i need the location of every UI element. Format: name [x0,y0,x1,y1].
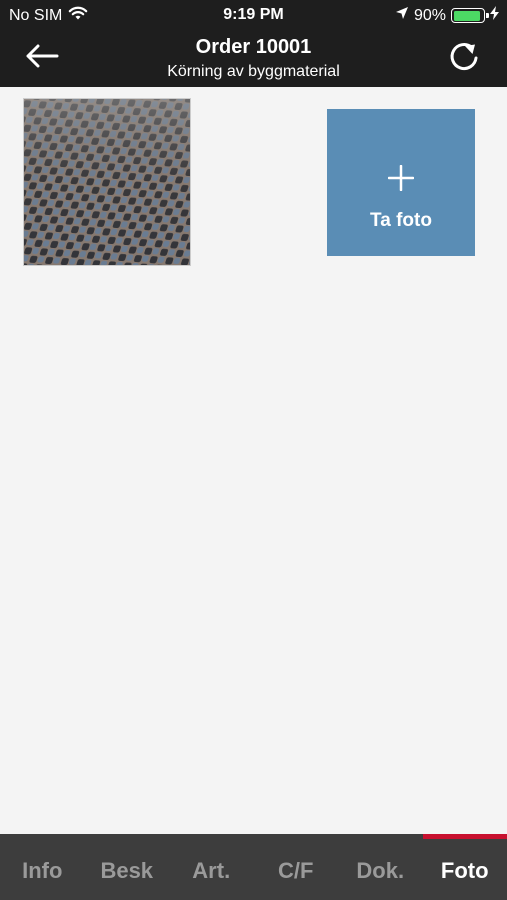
status-bar: No SIM 9:19 PM 90% [0,0,507,30]
tab-dok[interactable]: Dok. [338,834,423,900]
refresh-button[interactable] [445,40,485,76]
screen: No SIM 9:19 PM 90% Order 10001 Körning a… [0,0,507,900]
tab-label: Besk [100,858,154,883]
location-arrow-icon [395,6,409,25]
page-title: Order 10001 [195,36,312,58]
nav-bar: Order 10001 Körning av byggmaterial [0,30,507,87]
tab-label: Dok. [356,858,405,883]
tab-art[interactable]: Art. [169,834,254,900]
tab-bar: Info Besk Art. C/F Dok. Foto [0,834,507,900]
tab-foto[interactable]: Foto [422,834,507,900]
refresh-icon [448,39,482,78]
status-right: 90% [395,6,499,25]
battery-fill [453,10,480,21]
tab-label: Art. [192,858,231,883]
take-photo-label: Ta foto [370,210,432,231]
page-subtitle: Körning av byggmaterial [167,63,340,80]
tab-label: C/F [278,858,314,883]
carbon-weave-image [24,99,190,265]
tab-label: Foto [440,858,489,883]
battery-percent: 90% [413,6,446,24]
tab-info[interactable]: Info [0,834,85,900]
tab-cf[interactable]: C/F [254,834,339,900]
take-photo-button[interactable]: Ta foto [327,109,475,256]
charging-bolt-icon [490,6,499,25]
battery-icon [451,8,489,23]
photo-thumbnail[interactable] [23,98,191,266]
battery-cap [486,13,489,18]
tab-label: Info [22,858,63,883]
active-tab-indicator [422,834,507,839]
plus-icon [387,164,415,196]
tab-besk[interactable]: Besk [85,834,170,900]
